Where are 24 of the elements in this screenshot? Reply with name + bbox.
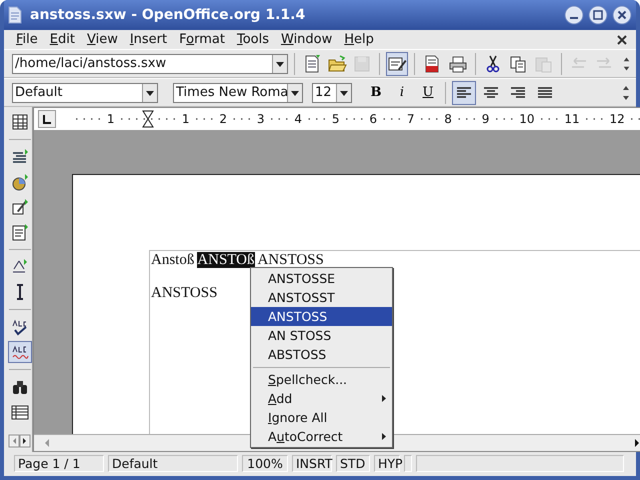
ruler-number: 3 — [254, 112, 268, 126]
status-field: Page 1 / 1 — [14, 454, 104, 472]
ruler-number: 5 — [328, 112, 342, 126]
ruler-number: 7 — [404, 112, 418, 126]
ruler-number: 9 — [478, 112, 492, 126]
ruler-number: 6 — [366, 112, 380, 126]
status-field: STD — [336, 454, 370, 472]
ruler-number: 2 — [216, 112, 230, 126]
ruler-number: 8 — [441, 112, 455, 126]
ruler-number: 12 — [606, 112, 628, 126]
status-field: Default — [108, 454, 238, 472]
ruler-number: 11 — [561, 112, 583, 126]
status-field: HYP — [374, 454, 400, 472]
window-title: anstoss.sxw - OpenOffice.org 1.1.4 — [30, 7, 306, 23]
document-word: Anstoß — [151, 252, 194, 268]
ruler-number: 1 — [178, 112, 193, 126]
ruler-number: 10 — [516, 112, 538, 126]
status-field: 100% — [242, 454, 288, 472]
document-word: ANSTOß — [197, 252, 255, 268]
ruler-number: 4 — [291, 112, 305, 126]
document-word: ANSTOSS — [257, 252, 324, 268]
ruler-number: 1 — [104, 112, 118, 126]
status-field: INSRT — [292, 454, 332, 472]
document-text: ANSTOSS — [151, 285, 218, 301]
